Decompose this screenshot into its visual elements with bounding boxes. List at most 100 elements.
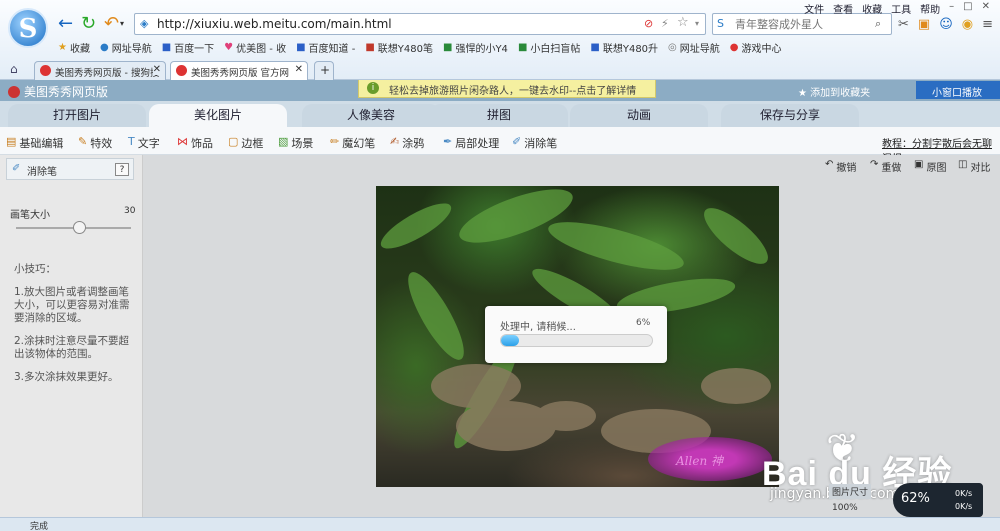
tab-collage[interactable]: 拼图 bbox=[430, 104, 568, 127]
home-icon[interactable]: ⌂ bbox=[10, 62, 18, 76]
tab-meitu[interactable]: 美图秀秀网页版 官方网 ✕ bbox=[170, 61, 308, 80]
menu-icon[interactable]: ≡ bbox=[982, 17, 993, 32]
eraser-icon: ✐ bbox=[512, 135, 522, 148]
new-tab-button[interactable]: + bbox=[314, 61, 334, 80]
tab-beautify[interactable]: 美化图片 bbox=[149, 104, 287, 127]
bookmark-item[interactable]: ● 游戏中心 bbox=[730, 40, 782, 55]
progress-text: 处理中, 请稍候... bbox=[500, 322, 576, 333]
network-speed-widget[interactable]: 62% 0K/s 0K/s bbox=[893, 483, 983, 517]
tab-strip: ⌂ 美图秀秀网页版 - 搜狗搜 ✕ 美图秀秀网页版 官方网 ✕ + bbox=[0, 60, 1000, 80]
extension-icon[interactable]: ▣ bbox=[918, 17, 930, 32]
small-window-button[interactable]: 小窗口播放 bbox=[916, 81, 1000, 99]
bookmark-item[interactable]: ■ 联想Y480升 bbox=[590, 40, 658, 55]
image-icon: ▣ bbox=[914, 159, 924, 170]
bookmark-item[interactable]: ■ 百度知道 - bbox=[296, 40, 355, 55]
tool-basic-edit[interactable]: ▤ 基础编辑 bbox=[6, 135, 63, 151]
meitu-logo-icon bbox=[8, 86, 20, 98]
bookmark-item[interactable]: ★ 收藏 bbox=[58, 40, 90, 55]
tool-magic-pen[interactable]: ✏ 魔幻笔 bbox=[330, 135, 375, 151]
menu-tools[interactable]: 工具 bbox=[891, 1, 911, 16]
search-box[interactable]: S ⌕ bbox=[712, 13, 892, 35]
bell-icon[interactable]: ◉ bbox=[962, 17, 973, 32]
magic-pen-icon: ✏ bbox=[330, 135, 340, 148]
lenovo-icon: ■ bbox=[365, 42, 375, 53]
tab-open-image[interactable]: 打开图片 bbox=[8, 104, 146, 127]
user-icon[interactable]: ☺ bbox=[939, 17, 953, 32]
help-button[interactable]: ? bbox=[115, 163, 129, 176]
tab-sogou-search[interactable]: 美图秀秀网页版 - 搜狗搜 ✕ bbox=[34, 61, 166, 80]
tool-doodle[interactable]: ✍ 涂鸦 bbox=[390, 135, 424, 151]
forum-icon: ■ bbox=[517, 42, 528, 53]
bookmark-item[interactable]: ♥ 优美图 - 收 bbox=[224, 40, 286, 55]
tool-text[interactable]: T 文字 bbox=[128, 135, 160, 151]
tool-ornament[interactable]: ⋈ 饰品 bbox=[177, 135, 213, 151]
tool-border[interactable]: ▢ 边框 bbox=[228, 135, 263, 151]
close-icon[interactable]: ✕ bbox=[982, 1, 990, 16]
tips-title: 小技巧： bbox=[14, 263, 56, 275]
menu-bar: 文件 查看 收藏 工具 帮助 – □ ✕ bbox=[804, 1, 990, 16]
bookmark-item[interactable]: ■ 百度一下 bbox=[162, 40, 214, 55]
search-icon[interactable]: ⌕ bbox=[875, 17, 881, 31]
tip-item: 2.涂抹时注意尽量不要超出该物体的范围。 bbox=[14, 335, 130, 360]
tips-section: 小技巧： 1.放大图片或者调整画笔大小，可以更容易对准需要消除的区域。 2.涂抹… bbox=[14, 263, 134, 394]
download-speed: 0K/s bbox=[955, 502, 973, 511]
refresh-icon[interactable]: ↻ bbox=[81, 14, 96, 34]
browser-logo: S bbox=[8, 8, 48, 48]
tab-portrait[interactable]: 人像美容 bbox=[302, 104, 440, 127]
bookmark-item[interactable]: ■ 联想Y480笔 bbox=[365, 40, 433, 55]
tab-save-share[interactable]: 保存与分享 bbox=[721, 104, 859, 127]
app-title: 美图秀秀网页版 bbox=[8, 83, 108, 100]
minimize-icon[interactable]: – bbox=[949, 1, 954, 16]
add-favorite-link[interactable]: ★ 添加到收藏夹 bbox=[798, 84, 870, 99]
text-icon: T bbox=[128, 135, 135, 148]
zoom-level[interactable]: 100% bbox=[832, 503, 858, 513]
menu-help[interactable]: 帮助 bbox=[920, 1, 940, 16]
chevron-down-icon[interactable]: ▾ bbox=[695, 19, 699, 28]
edit-icon: ▤ bbox=[6, 135, 17, 148]
maximize-icon[interactable]: □ bbox=[963, 1, 972, 16]
url-text: http://xiuxiu.web.meitu.com/main.html bbox=[157, 17, 392, 31]
bookmark-item[interactable]: ■ 小白扫盲帖 bbox=[518, 40, 580, 55]
close-tab-icon[interactable]: ✕ bbox=[294, 64, 303, 75]
close-tab-icon[interactable]: ✕ bbox=[152, 64, 161, 75]
bow-icon: ⋈ bbox=[177, 135, 188, 148]
bookmark-item[interactable]: ● 网址导航 bbox=[100, 40, 152, 55]
tool-eraser[interactable]: ✐ 消除笔 bbox=[512, 135, 557, 151]
bookmark-item[interactable]: ◎ 网址导航 bbox=[668, 40, 720, 55]
compare-button[interactable]: ◫ 对比 bbox=[958, 159, 990, 174]
image-size-label[interactable]: 图片尺寸 bbox=[829, 484, 872, 499]
frame-icon: ▢ bbox=[228, 135, 239, 148]
tool-local-process[interactable]: ✒ 局部处理 bbox=[443, 135, 499, 151]
scene-icon: ▧ bbox=[278, 135, 289, 148]
tab-animation[interactable]: 动画 bbox=[570, 104, 708, 127]
watermark-text: Allen 神 bbox=[676, 454, 723, 468]
menu-file[interactable]: 文件 bbox=[804, 1, 824, 16]
tool-effects[interactable]: ✎ 特效 bbox=[78, 135, 112, 151]
star-icon[interactable]: ☆ bbox=[677, 15, 689, 30]
chevron-down-icon[interactable]: ▾ bbox=[120, 19, 124, 28]
shield-icon: ◈ bbox=[140, 17, 149, 30]
pen-icon: ✒ bbox=[443, 135, 453, 148]
original-button[interactable]: ▣ 原图 bbox=[914, 159, 946, 174]
scissors-icon[interactable]: ✂ bbox=[898, 17, 909, 32]
search-input[interactable] bbox=[735, 14, 885, 34]
tool-scene[interactable]: ▧ 场景 bbox=[278, 135, 313, 151]
progress-percent: 6% bbox=[636, 318, 651, 328]
menu-favorites[interactable]: 收藏 bbox=[862, 1, 882, 16]
menu-view[interactable]: 查看 bbox=[833, 1, 853, 16]
redo-button[interactable]: ↷ 重做 bbox=[870, 159, 901, 174]
block-icon[interactable]: ⊘ bbox=[644, 17, 653, 30]
notice-banner[interactable]: i 轻松去掉旅游照片闲杂路人，一键去水印--点击了解详情 bbox=[358, 80, 656, 98]
undo-button[interactable]: ↶ 撤销 bbox=[825, 159, 856, 174]
back-icon[interactable]: ← bbox=[58, 14, 73, 34]
address-bar[interactable]: ◈ http://xiuxiu.web.meitu.com/main.html … bbox=[134, 13, 706, 35]
redo-icon: ↷ bbox=[870, 159, 879, 170]
paw-icon: ■ bbox=[296, 42, 306, 53]
lightning-icon[interactable]: ⚡ bbox=[661, 17, 669, 30]
bookmark-item[interactable]: ■ 强悍的小Y4 bbox=[443, 40, 508, 55]
undo-icon[interactable]: ↶ bbox=[104, 14, 119, 34]
progress-fill bbox=[501, 335, 520, 346]
progress-bar bbox=[500, 334, 653, 347]
heart-icon: ♥ bbox=[224, 42, 234, 53]
globe-icon: ● bbox=[99, 42, 109, 53]
